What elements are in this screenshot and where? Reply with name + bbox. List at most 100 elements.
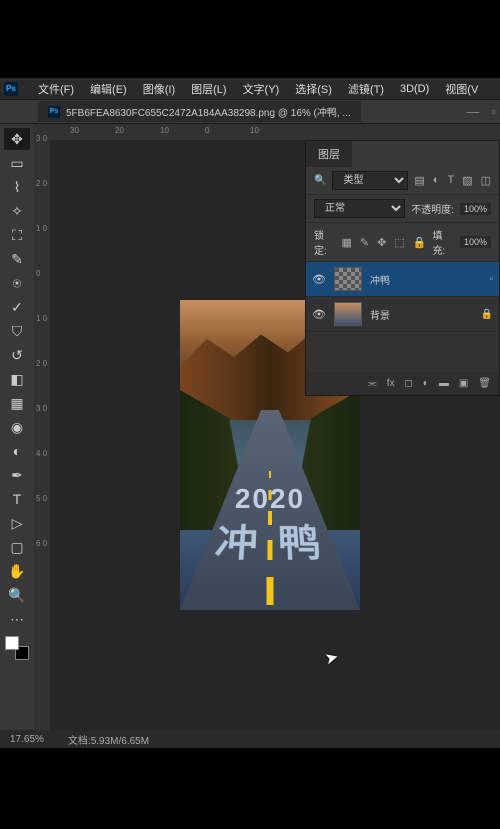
road-line — [269, 471, 271, 478]
zoom-tool[interactable]: 🔍 — [4, 584, 30, 606]
ruler-tick: 5 0 — [36, 494, 47, 503]
fill-value[interactable]: 100% — [460, 236, 491, 248]
filter-type-icon[interactable]: T — [447, 174, 454, 187]
edit-toolbar[interactable]: ⋯ — [4, 608, 30, 630]
menu-file[interactable]: 文件(F) — [30, 81, 82, 97]
visibility-toggle-icon[interactable]: 👁 — [312, 273, 326, 286]
ruler-tick: 4 0 — [36, 449, 47, 458]
zoom-level[interactable]: 17.65% — [10, 734, 44, 745]
filter-adjust-icon[interactable]: ◐ — [433, 174, 440, 187]
road-line — [267, 577, 274, 605]
filter-smart-icon[interactable]: ◫ — [481, 174, 491, 187]
menu-type[interactable]: 文字(Y) — [235, 81, 288, 97]
layers-panel-footer: ⫘ fx ◻ ◐ ▬ ▣ 🗑 — [306, 372, 499, 395]
layers-panel: 图层 🔍 类型 ▤ ◐ T ▨ ◫ 正常 不透明度: 100% 锁定: ▦ ✎ … — [305, 140, 500, 396]
hand-tool[interactable]: ✋ — [4, 560, 30, 582]
layer-thumbnail[interactable] — [334, 302, 362, 326]
layer-thumbnail[interactable] — [334, 267, 362, 291]
foreground-color[interactable] — [5, 636, 19, 650]
ruler-tick: 10 — [160, 126, 169, 135]
move-tool[interactable]: ✥ — [4, 128, 30, 150]
delete-layer-icon[interactable]: 🗑 — [478, 378, 491, 389]
window-controls: — ▫ — [466, 104, 496, 119]
adjustment-layer-icon[interactable]: ◐ — [423, 378, 429, 389]
lock-artboard-icon[interactable]: ⬚ — [394, 236, 404, 249]
photoshop-window: Ps 文件(F) 编辑(E) 图像(I) 图层(L) 文字(Y) 选择(S) 滤… — [0, 78, 500, 748]
lock-position-icon[interactable]: ✥ — [377, 236, 386, 249]
dodge-tool[interactable]: ◐ — [4, 440, 30, 462]
blend-mode-select[interactable]: 正常 — [314, 199, 405, 218]
healing-brush-tool[interactable]: ⍟ — [4, 272, 30, 294]
ruler-tick: 6 0 — [36, 539, 47, 548]
ruler-tick: 1 0 — [36, 224, 47, 233]
brush-tool[interactable]: ✓ — [4, 296, 30, 318]
blur-tool[interactable]: ◉ — [4, 416, 30, 438]
layer-mask-icon[interactable]: ◻ — [404, 378, 412, 389]
gradient-tool[interactable]: ▦ — [4, 392, 30, 414]
document-tab[interactable]: Ps 5FB6FEA8630FC655C2472A184AA38298.png … — [38, 101, 361, 122]
type-tool[interactable]: T — [4, 488, 30, 510]
restore-icon[interactable]: ▫ — [491, 104, 496, 119]
layer-name[interactable]: 冲鸭 — [370, 272, 481, 287]
lock-icon: 🔒 — [481, 309, 493, 320]
menu-filter[interactable]: 滤镜(T) — [340, 81, 392, 97]
lasso-tool[interactable]: ⌇ — [4, 176, 30, 198]
ruler-tick: 2 0 — [36, 359, 47, 368]
lock-transparency-icon[interactable]: ▦ — [342, 236, 352, 249]
color-swatches[interactable] — [5, 636, 29, 660]
path-selection-tool[interactable]: ▷ — [4, 512, 30, 534]
lock-label: 锁定: — [314, 227, 336, 257]
ruler-tick: 3 0 — [36, 134, 47, 143]
menu-select[interactable]: 选择(S) — [287, 81, 340, 97]
lock-all-icon[interactable]: 🔒 — [413, 236, 427, 249]
filter-type-select[interactable]: 类型 — [332, 171, 408, 190]
visibility-toggle-icon[interactable]: 👁 — [312, 308, 326, 321]
filter-shape-icon[interactable]: ▨ — [462, 174, 472, 187]
layer-row[interactable]: 👁 背景 🔒 — [306, 297, 499, 332]
opacity-label: 不透明度: — [411, 201, 454, 216]
layer-name[interactable]: 背景 — [370, 307, 473, 322]
link-layers-icon[interactable]: ⫘ — [368, 378, 377, 389]
menu-3d[interactable]: 3D(D) — [392, 83, 437, 95]
lock-image-icon[interactable]: ✎ — [360, 236, 369, 249]
layer-row[interactable]: 👁 冲鸭 ▫ — [306, 262, 499, 297]
menu-view[interactable]: 视图(V — [437, 81, 486, 97]
clone-stamp-tool[interactable]: ⛉ — [4, 320, 30, 342]
menubar: Ps 文件(F) 编辑(E) 图像(I) 图层(L) 文字(Y) 选择(S) 滤… — [0, 78, 500, 100]
group-icon[interactable]: ▬ — [439, 378, 449, 389]
filter-image-icon[interactable]: ▤ — [414, 174, 424, 187]
magic-wand-tool[interactable]: ✧ — [4, 200, 30, 222]
eyedropper-tool[interactable]: ✎ — [4, 248, 30, 270]
ruler-tick: 30 — [70, 126, 79, 135]
document-title: 5FB6FEA8630FC655C2472A184AA38298.png @ 1… — [66, 104, 351, 119]
marquee-tool[interactable]: ▭ — [4, 152, 30, 174]
layer-list: 👁 冲鸭 ▫ 👁 背景 🔒 — [306, 262, 499, 372]
doc-size-info[interactable]: 文档:5.93M/6.65M — [68, 732, 149, 747]
ruler-tick: 10 — [250, 126, 259, 135]
menu-edit[interactable]: 编辑(E) — [82, 81, 135, 97]
menu-layer[interactable]: 图层(L) — [183, 81, 234, 97]
opacity-value[interactable]: 100% — [460, 203, 491, 215]
ps-logo: Ps — [4, 82, 18, 96]
menu-image[interactable]: 图像(I) — [135, 81, 183, 97]
layer-badge-icon: ▫ — [489, 274, 493, 285]
layer-style-icon[interactable]: fx — [387, 378, 395, 389]
status-bar: 17.65% 文档:5.93M/6.65M — [0, 730, 500, 748]
pen-tool[interactable]: ✒ — [4, 464, 30, 486]
crop-tool[interactable]: ⛶ — [4, 224, 30, 246]
search-icon[interactable]: 🔍 — [314, 175, 326, 186]
vertical-ruler: 3 0 2 0 1 0 0 1 0 2 0 3 0 4 0 5 0 6 0 — [34, 124, 50, 730]
ruler-tick: 2 0 — [36, 179, 47, 188]
artwork-year-text: 2020 — [180, 483, 360, 515]
rectangle-tool[interactable]: ▢ — [4, 536, 30, 558]
ruler-tick: 3 0 — [36, 404, 47, 413]
layers-tab[interactable]: 图层 — [306, 141, 352, 167]
eraser-tool[interactable]: ◧ — [4, 368, 30, 390]
minimize-icon[interactable]: — — [466, 104, 479, 119]
fill-label: 填充: — [432, 227, 454, 257]
new-layer-icon[interactable]: ▣ — [459, 378, 468, 389]
history-brush-tool[interactable]: ↺ — [4, 344, 30, 366]
document-tab-bar: Ps 5FB6FEA8630FC655C2472A184AA38298.png … — [0, 100, 500, 124]
ruler-tick: 1 0 — [36, 314, 47, 323]
mouse-cursor-icon: ➤ — [323, 647, 341, 670]
